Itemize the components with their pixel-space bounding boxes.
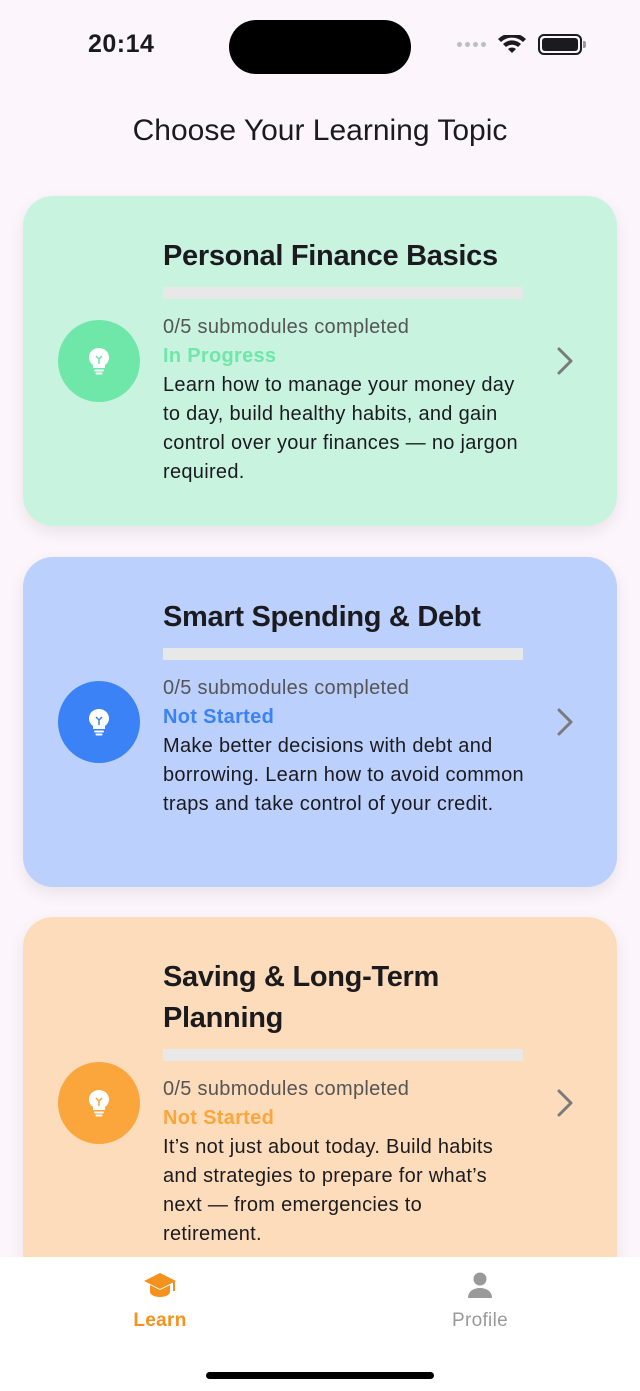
chevron-right-icon (557, 708, 573, 736)
progress-bar (163, 287, 523, 299)
tab-learn[interactable]: Learn (100, 1271, 220, 1332)
status-icons (457, 34, 586, 55)
tab-profile-label: Profile (452, 1310, 508, 1331)
tab-learn-label: Learn (133, 1310, 187, 1331)
topic-icon-badge (58, 1062, 140, 1144)
dynamic-island (229, 20, 411, 74)
progress-bar (163, 1049, 523, 1061)
graduation-cap-icon (144, 1273, 176, 1297)
signal-dots-icon (457, 42, 486, 47)
tab-bar: Learn Profile (0, 1257, 640, 1391)
submodule-count: 0/5 submodules completed (163, 677, 410, 699)
tab-profile[interactable]: Profile (420, 1271, 540, 1332)
topic-description: Make better decisions with debt and borr… (163, 735, 524, 815)
topic-status: Not Started (163, 706, 275, 728)
home-indicator (206, 1372, 434, 1379)
topic-icon-badge (58, 681, 140, 763)
topic-card-personal-finance[interactable]: Personal Finance Basics 0/5 submodules c… (23, 196, 617, 526)
status-time: 20:14 (88, 30, 155, 58)
lightbulb-icon (89, 348, 109, 375)
chevron-right-icon (557, 347, 573, 375)
battery-icon (538, 34, 586, 55)
chevron-right-icon (557, 1089, 573, 1117)
submodule-count: 0/5 submodules completed (163, 316, 410, 338)
topic-status: In Progress (163, 345, 277, 367)
topic-title: Personal Finance Basics (163, 240, 498, 272)
progress-bar (163, 648, 523, 660)
topic-card-smart-spending[interactable]: Smart Spending & Debt 0/5 submodules com… (23, 557, 617, 887)
submodule-count: 0/5 submodules completed (163, 1078, 410, 1100)
topic-icon-badge (58, 320, 140, 402)
status-bar: 20:14 (0, 0, 640, 96)
lightbulb-icon (89, 709, 109, 736)
wifi-icon (498, 34, 526, 53)
topic-title: Smart Spending & Debt (163, 601, 481, 633)
page-title: Choose Your Learning Topic (132, 114, 508, 147)
topic-description: It’s not just about today. Build habits … (163, 1136, 494, 1245)
topic-status: Not Started (163, 1107, 275, 1129)
topic-description: Learn how to manage your money day to da… (163, 374, 518, 483)
lightbulb-icon (89, 1090, 109, 1117)
person-icon (468, 1272, 492, 1298)
topic-title: Saving & Long-Term Planning (163, 961, 440, 1034)
